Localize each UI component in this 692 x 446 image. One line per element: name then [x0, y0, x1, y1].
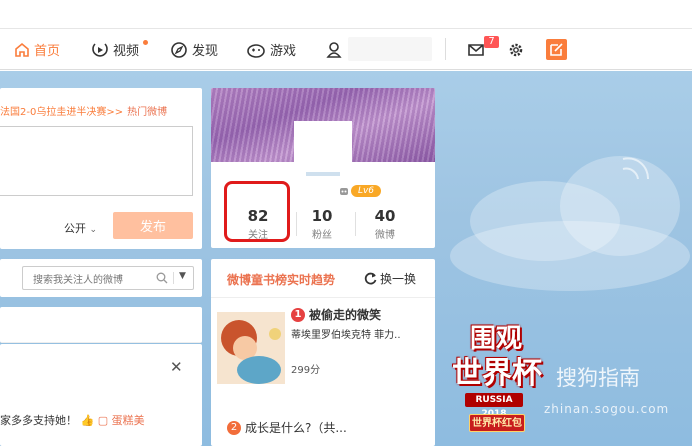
nav-profile[interactable]	[326, 29, 342, 70]
nav-discover[interactable]: 发现	[170, 29, 218, 70]
trending-item-1[interactable]: 1 被偷走的微笑	[291, 306, 381, 323]
trending-item-1-desc: 蒂埃里罗伯埃克特 菲力..	[291, 330, 401, 341]
message-icon	[468, 43, 484, 56]
publisher-card: 法国2-0乌拉圭进半决赛>> 热门微博 公开 ⌄ 发布	[0, 88, 202, 249]
video-new-dot	[143, 40, 148, 45]
refresh-button[interactable]: 换一换	[364, 270, 416, 287]
rank-badge: 2	[227, 420, 241, 435]
nav-home-label: 首页	[34, 44, 61, 59]
nav-home[interactable]: 首页	[14, 29, 60, 70]
gear-icon	[509, 43, 523, 56]
browser-top-strip	[0, 0, 692, 28]
promo-russia: RUSSIA 2018	[465, 393, 523, 419]
follow-search-placeholder: 搜索我关注人的微博	[33, 275, 123, 286]
caret-down-icon[interactable]: ▼	[179, 271, 186, 281]
trending-item-2[interactable]: 2 成长是什么?（共...	[227, 419, 347, 436]
nav-settings[interactable]	[508, 29, 524, 70]
stat-followers[interactable]: 10 粉丝	[297, 207, 347, 241]
video-play-icon	[92, 42, 108, 57]
nav-video[interactable]: 视频	[91, 29, 139, 70]
stat-posts[interactable]: 40 微博	[360, 207, 410, 241]
video-link-icon: ▢	[97, 414, 109, 427]
avatar[interactable]	[294, 121, 352, 176]
nav-divider	[445, 38, 446, 60]
top-nav-bar: 首页 视频 发现 游戏 7	[0, 28, 692, 70]
follow-search-card: 搜索我关注人的微博 ▼	[0, 259, 202, 297]
promo-line2: 世界杯	[452, 356, 542, 391]
trending-item-2-title: 成长是什么?（共...	[245, 421, 347, 435]
nav-discover-label: 发现	[192, 44, 219, 59]
follow-search-input[interactable]: 搜索我关注人的微博 ▼	[22, 266, 194, 290]
gamepad-icon	[247, 43, 265, 58]
edit-icon	[550, 43, 563, 56]
feed-link[interactable]: ▢ 蛋糕美	[98, 414, 145, 427]
home-icon	[15, 42, 29, 57]
trending-item-1-score: 299分	[291, 365, 321, 376]
refresh-icon	[364, 272, 377, 285]
stat-followers-value: 10	[311, 207, 333, 225]
nav-messages[interactable]	[467, 29, 485, 70]
book-cover-image[interactable]	[217, 312, 285, 384]
publish-button[interactable]: 发布	[113, 212, 193, 239]
feed-text: 家多多支持她！ 👍 ▢ 蛋糕美	[0, 412, 145, 428]
trending-item-1-title: 被偷走的微笑	[309, 308, 382, 322]
watermark-url: zhinan.sogou.com	[544, 402, 670, 416]
following-highlight-annotation	[224, 181, 290, 242]
visibility-label: 公开	[64, 222, 86, 235]
signal-wave-icon	[622, 157, 650, 180]
promo-redpack-button[interactable]: 世界杯红包	[469, 414, 525, 432]
hot-topic[interactable]: 法国2-0乌拉圭进半决赛>> 热门微博	[0, 103, 167, 118]
search-icon[interactable]	[156, 272, 168, 284]
robot-icon	[340, 188, 348, 195]
stat-posts-value: 40	[374, 207, 396, 225]
trending-title[interactable]: 微博童书榜实时趋势	[227, 271, 335, 288]
watermark-brand: 搜狗指南	[556, 366, 640, 390]
book-cover-illustration	[217, 312, 285, 384]
nav-video-label: 视频	[113, 44, 140, 59]
feed-header	[0, 307, 202, 343]
level-badge[interactable]: Lv6	[351, 185, 381, 197]
compose-button[interactable]	[546, 39, 567, 60]
trending-card: 微博童书榜实时趋势 换一换 1 被偷走的微笑 蒂埃里罗伯埃克特 菲力.. 299…	[211, 259, 435, 446]
cloud-shape	[450, 221, 690, 291]
feed-link-label: 蛋糕美	[111, 414, 145, 427]
feed-card: ✕ 家多多支持她！ 👍 ▢ 蛋糕美	[0, 344, 202, 446]
hot-topic-link[interactable]: 法国2-0乌拉圭进半决赛>>	[0, 107, 123, 118]
nav-games-label: 游戏	[270, 44, 297, 59]
hot-topic-tag[interactable]: 热门微博	[127, 107, 167, 118]
rank-badge: 1	[291, 307, 305, 322]
refresh-label: 换一换	[380, 272, 417, 286]
search-separator	[173, 272, 174, 284]
thumbs-up-icon: 👍	[80, 414, 95, 427]
message-count-badge: 7	[484, 36, 499, 48]
user-icon	[326, 41, 342, 58]
feed-text-content: 家多多支持她！	[0, 414, 77, 427]
nav-search-box[interactable]	[348, 37, 432, 61]
nav-games[interactable]: 游戏	[246, 29, 296, 70]
visibility-select[interactable]: 公开 ⌄	[64, 220, 97, 236]
stat-separator	[355, 212, 356, 236]
close-icon[interactable]: ✕	[170, 358, 183, 376]
stat-followers-label: 粉丝	[312, 230, 332, 241]
world-cup-promo[interactable]: 围观 世界杯 RUSSIA 2018 世界杯红包	[452, 318, 572, 446]
chevron-down-icon: ⌄	[89, 225, 98, 235]
compass-icon	[171, 41, 187, 58]
trending-divider	[211, 297, 435, 298]
stat-posts-label: 微博	[375, 230, 395, 241]
compose-textarea[interactable]	[0, 126, 193, 196]
avatar-shadow	[306, 172, 340, 176]
